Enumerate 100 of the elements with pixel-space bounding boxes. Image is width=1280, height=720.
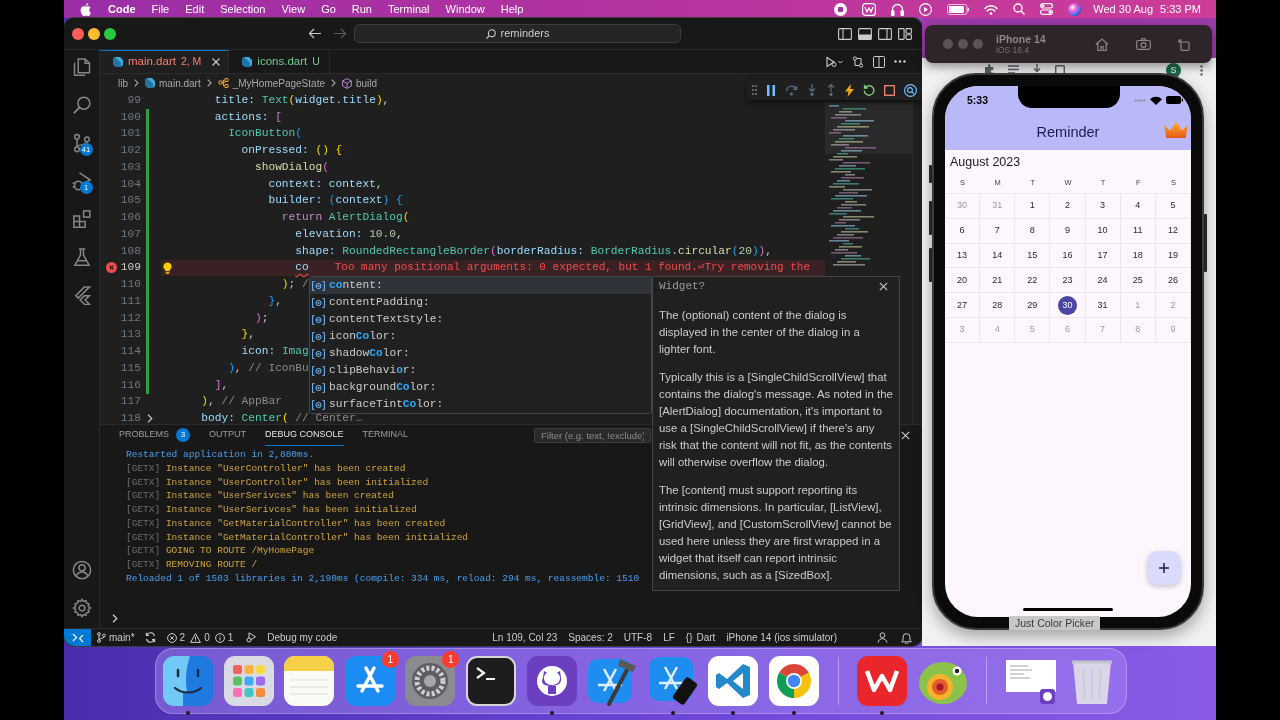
- menu-item[interactable]: Terminal: [388, 3, 430, 15]
- calendar-day[interactable]: 13: [952, 246, 972, 265]
- calendar-day[interactable]: 14: [987, 246, 1007, 265]
- launch-config-button[interactable]: Debug my code: [246, 630, 338, 645]
- headphones-icon[interactable]: [891, 2, 905, 16]
- calendar-day[interactable]: 22: [1022, 270, 1042, 290]
- line-ending-button[interactable]: LF: [663, 630, 675, 645]
- toggle-sidebar-icon[interactable]: [838, 27, 852, 40]
- lightning-icon[interactable]: [845, 83, 854, 97]
- sync-icon[interactable]: [144, 632, 156, 643]
- wifi-icon[interactable]: [984, 3, 999, 15]
- window-close-button[interactable]: [72, 27, 84, 40]
- xcode-icon[interactable]: [587, 656, 638, 706]
- calendar-day[interactable]: 3: [1093, 196, 1113, 216]
- add-button[interactable]: [1147, 551, 1181, 585]
- calendar-day[interactable]: 26: [1163, 270, 1183, 290]
- suggestion-item[interactable]: contentPadding:: [310, 294, 651, 311]
- editor-tab[interactable]: main.dart 2, M: [100, 50, 230, 73]
- suggestion-item[interactable]: surfaceTintColor:: [310, 396, 651, 413]
- split-editor-icon[interactable]: [873, 55, 885, 68]
- calendar-day[interactable]: 9: [1058, 221, 1077, 241]
- inspect-icon[interactable]: [904, 83, 917, 97]
- problems-button[interactable]: 2 0 1: [166, 630, 234, 645]
- pause-icon[interactable]: [766, 84, 776, 96]
- screenshot-icon[interactable]: [1136, 38, 1151, 50]
- settings-icon[interactable]: [405, 656, 456, 706]
- calendar-day[interactable]: 27: [952, 295, 972, 315]
- menu-item[interactable]: Run: [351, 3, 372, 15]
- device-button[interactable]: iPhone 14 (ios simulator): [726, 630, 837, 645]
- list-icon[interactable]: [1008, 65, 1019, 74]
- command-center[interactable]: reminders: [354, 24, 681, 43]
- calendar-day[interactable]: 29: [1022, 295, 1042, 315]
- calendar-day[interactable]: 15: [1022, 246, 1042, 265]
- calendar-day[interactable]: 16: [1058, 246, 1077, 265]
- w-logo-icon[interactable]: [862, 2, 877, 16]
- fold-chevron-icon[interactable]: [146, 414, 153, 424]
- accounts-button[interactable]: [71, 560, 92, 580]
- calendar-day[interactable]: 25: [1128, 270, 1148, 290]
- encoding-button[interactable]: UTF-8: [623, 630, 653, 645]
- stop-recording-icon[interactable]: [834, 2, 848, 16]
- menu-item[interactable]: Selection: [220, 3, 266, 15]
- calendar-day[interactable]: 20: [952, 270, 972, 290]
- toggle-panel-icon[interactable]: [858, 27, 872, 40]
- language-button[interactable]: {} Dart: [685, 630, 716, 645]
- suggestion-item[interactable]: content:: [310, 277, 651, 294]
- calendar-day[interactable]: 28: [987, 295, 1007, 315]
- panel-tab[interactable]: TERMINAL: [362, 425, 409, 446]
- extensions-button[interactable]: [71, 209, 92, 229]
- vscode-icon[interactable]: [708, 656, 759, 706]
- calendar-day[interactable]: 4: [1128, 196, 1148, 216]
- breadcrumb-item[interactable]: _MyHomePageState: [217, 75, 325, 91]
- suggestion-item[interactable]: iconColor:: [310, 328, 651, 345]
- stop-icon[interactable]: [884, 84, 895, 96]
- suggestion-item[interactable]: contentTextStyle:: [310, 311, 651, 328]
- calendar-day[interactable]: 5: [1163, 196, 1183, 216]
- chrome-icon[interactable]: [768, 656, 819, 706]
- app-store-icon[interactable]: [344, 656, 395, 706]
- menu-item[interactable]: Window: [445, 3, 485, 15]
- siri-icon[interactable]: [1068, 2, 1082, 16]
- cursor-position-button[interactable]: Ln 109, Col 23: [492, 630, 558, 645]
- home-icon[interactable]: [1095, 37, 1109, 51]
- close-icon[interactable]: [901, 431, 910, 440]
- drag-handle-icon[interactable]: [752, 85, 757, 95]
- run-debug-menu-icon[interactable]: [826, 55, 843, 68]
- app-menu[interactable]: Code: [108, 3, 136, 15]
- github-icon[interactable]: [526, 656, 577, 706]
- suggestion-item[interactable]: clipBehavior:: [310, 362, 651, 379]
- calendar-day[interactable]: 10: [1093, 221, 1113, 241]
- play-icon[interactable]: [919, 2, 933, 16]
- search-icon[interactable]: [1013, 3, 1026, 15]
- calendar-day[interactable]: 23: [1058, 270, 1077, 290]
- calendar-day[interactable]: 21: [987, 270, 1007, 290]
- simulator-icon[interactable]: [647, 656, 698, 706]
- launchpad-icon[interactable]: [223, 656, 274, 706]
- indentation-button[interactable]: Spaces: 2: [568, 630, 613, 645]
- menu-bar-date[interactable]: Wed 30 Aug: [1093, 3, 1154, 15]
- suggestion-item[interactable]: backgroundColor:: [310, 379, 651, 396]
- calendar-day[interactable]: 7: [987, 221, 1007, 241]
- step-into-icon[interactable]: [807, 84, 817, 96]
- window-zoom-button[interactable]: [104, 27, 116, 40]
- panel-tab[interactable]: OUTPUT: [209, 425, 246, 446]
- forward-arrow-icon[interactable]: [333, 28, 347, 39]
- menu-item[interactable]: Edit: [185, 3, 205, 15]
- calendar-day[interactable]: 2: [1058, 196, 1077, 216]
- calendar-day[interactable]: 24: [1093, 270, 1113, 290]
- calendar-day[interactable]: 18: [1128, 246, 1148, 265]
- panel-tab[interactable]: DEBUG CONSOLE: [265, 425, 344, 446]
- settings-button[interactable]: [71, 598, 92, 618]
- person-icon[interactable]: [877, 632, 888, 643]
- back-arrow-icon[interactable]: [308, 28, 322, 39]
- calendar-day[interactable]: 31: [1093, 295, 1113, 315]
- compare-changes-icon[interactable]: [852, 55, 864, 68]
- menu-item[interactable]: Help: [500, 3, 524, 15]
- calendar-day[interactable]: 11: [1128, 221, 1148, 241]
- calendar-day[interactable]: 30: [1058, 295, 1077, 315]
- layout-icon[interactable]: [898, 27, 912, 40]
- branch-button[interactable]: main*: [97, 630, 135, 645]
- restart-icon[interactable]: [863, 84, 875, 96]
- step-over-icon[interactable]: [785, 84, 798, 96]
- control-center-icon[interactable]: [1040, 3, 1054, 15]
